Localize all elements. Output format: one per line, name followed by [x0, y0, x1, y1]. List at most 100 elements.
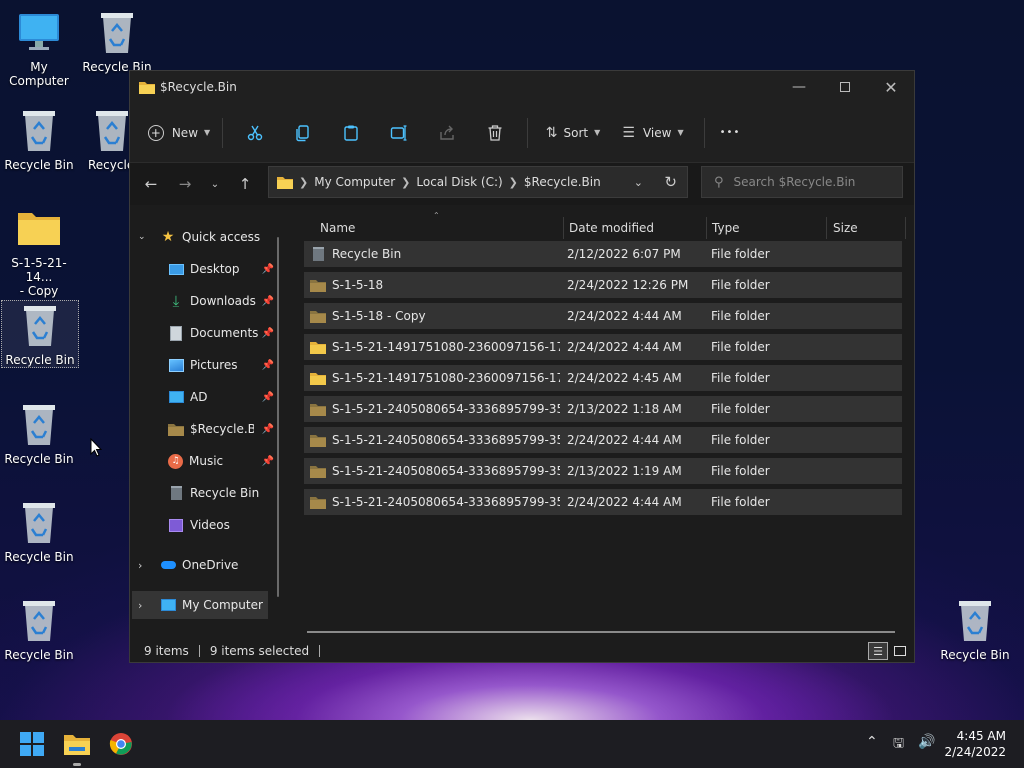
nav-label: $Recycle.Bin: [190, 422, 254, 436]
nav-item-recycle-bin[interactable]: Recycle Bin: [130, 479, 280, 507]
desktop-icon-recycle-bin[interactable]: Recycle Bin: [78, 8, 156, 74]
monitor-icon: [168, 389, 184, 405]
tiles-view-button[interactable]: [890, 642, 910, 660]
column-header-type[interactable]: Type: [712, 217, 740, 239]
breadcrumb-recycle-bin-folder[interactable]: $Recycle.Bin: [524, 175, 601, 189]
file-row[interactable]: S-1-5-21-1491751080-2360097156-170421...…: [304, 334, 902, 360]
nav-quick-access[interactable]: ⌄ ★ Quick access: [138, 223, 288, 251]
share-button[interactable]: [423, 115, 471, 151]
desktop-icon-label: Recycle Bin: [4, 158, 74, 172]
rename-button[interactable]: [375, 115, 423, 151]
search-box[interactable]: ⚲ Search $Recycle.Bin: [701, 166, 903, 198]
mouse-cursor-icon: [90, 438, 102, 457]
nav-my-computer[interactable]: › My Computer: [132, 591, 268, 619]
address-bar[interactable]: ❯ My Computer ❯ Local Disk (C:) ❯ $Recyc…: [268, 166, 688, 198]
show-hidden-icons-icon[interactable]: ⌃: [866, 734, 878, 750]
horizontal-scrollbar[interactable]: [307, 631, 895, 633]
file-row[interactable]: Recycle Bin 2/12/2022 6:07 PM File folder: [304, 241, 902, 267]
cut-button[interactable]: [231, 115, 279, 151]
desktop-icon-recycle-bin[interactable]: Recycle Bin: [0, 400, 78, 466]
back-button[interactable]: ←: [136, 169, 166, 199]
new-button[interactable]: + New ▼: [144, 115, 214, 151]
forward-button[interactable]: →: [170, 169, 200, 199]
new-label: New: [171, 125, 199, 140]
desktop-icon-recycle-bin[interactable]: Recycle Bin: [1, 300, 79, 368]
title-bar[interactable]: $Recycle.Bin — ✕: [130, 71, 914, 103]
file-type: File folder: [711, 309, 770, 323]
desktop-icon-recycle-bin[interactable]: Recycle Bin: [0, 596, 78, 662]
breadcrumb-local-disk[interactable]: Local Disk (C:): [416, 175, 502, 189]
nav-label: Desktop: [190, 262, 240, 276]
desktop-icon-my-computer[interactable]: My Computer: [0, 8, 78, 88]
nav-item-pictures[interactable]: Pictures 📌: [130, 351, 280, 379]
nav-item-videos[interactable]: Videos: [130, 511, 280, 539]
file-row[interactable]: S-1-5-21-2405080654-3336895799-352903...…: [304, 458, 902, 484]
file-row[interactable]: S-1-5-21-2405080654-3336895799-352903...…: [304, 489, 902, 515]
scissors-icon: [247, 125, 263, 140]
close-button[interactable]: ✕: [868, 71, 914, 103]
column-divider[interactable]: [826, 217, 827, 239]
file-date: 2/24/2022 4:44 AM: [567, 495, 682, 509]
volume-icon[interactable]: 🔊: [918, 734, 935, 750]
column-header-date[interactable]: Date modified: [569, 217, 654, 239]
taskbar-chrome[interactable]: [101, 724, 141, 764]
nav-onedrive[interactable]: › OneDrive: [138, 551, 288, 579]
address-dropdown-icon[interactable]: ⌄: [634, 176, 643, 189]
file-row[interactable]: S-1-5-21-2405080654-3336895799-352903...…: [304, 396, 902, 422]
sort-button[interactable]: ⇅ Sort ▼: [536, 115, 610, 151]
minimize-button[interactable]: —: [776, 71, 822, 103]
file-name-cell: Recycle Bin: [310, 247, 560, 261]
nav-item-music[interactable]: ♫ Music 📌: [130, 447, 280, 475]
nav-item-recycle-bin-folder[interactable]: $Recycle.Bin 📌: [130, 415, 280, 443]
desktop-icon-recycle-bin[interactable]: Recycle: [78, 106, 130, 172]
file-row[interactable]: S-1-5-21-2405080654-3336895799-352903...…: [304, 427, 902, 453]
up-button[interactable]: ↑: [230, 169, 260, 199]
nav-item-desktop[interactable]: Desktop 📌: [130, 255, 280, 283]
desktop-icon-recycle-bin[interactable]: Recycle Bin: [0, 498, 78, 564]
maximize-button[interactable]: [822, 71, 868, 103]
nav-item-ad[interactable]: AD 📌: [130, 383, 280, 411]
pin-icon: 📌: [261, 327, 274, 339]
system-clock[interactable]: 4:45 AM 2/24/2022: [944, 728, 1006, 760]
column-header-size[interactable]: Size: [833, 217, 858, 239]
view-button[interactable]: ☰ View ▼: [610, 115, 696, 151]
nav-item-documents[interactable]: Documents 📌: [130, 319, 280, 347]
folder-icon: [168, 421, 184, 437]
copy-button[interactable]: [279, 115, 327, 151]
status-separator: [198, 645, 200, 657]
start-button[interactable]: [12, 724, 52, 764]
nav-item-downloads[interactable]: ⤓ Downloads 📌: [130, 287, 280, 315]
file-row[interactable]: S-1-5-18 2/24/2022 12:26 PM File folder: [304, 272, 902, 298]
file-name: Recycle Bin: [332, 247, 402, 261]
running-indicator: [73, 763, 81, 766]
recycle-bin-icon: [15, 498, 63, 546]
column-divider[interactable]: [905, 217, 906, 239]
recent-locations-button[interactable]: ⌄: [200, 169, 230, 199]
item-count: 9 items: [144, 644, 189, 658]
recycle-bin-icon: [168, 485, 184, 501]
pin-icon: 📌: [261, 455, 274, 467]
more-options-button[interactable]: •••: [713, 115, 747, 151]
desktop-icon-recycle-bin[interactable]: Recycle Bin: [936, 596, 1014, 662]
file-name: S-1-5-21-2405080654-3336895799-352903...: [332, 464, 560, 478]
nav-scrollbar[interactable]: [277, 237, 279, 597]
file-row[interactable]: S-1-5-21-1491751080-2360097156-170421...…: [304, 365, 902, 391]
toolbar-separator: [527, 117, 528, 148]
paste-button[interactable]: [327, 115, 375, 151]
taskbar-file-explorer[interactable]: [57, 724, 97, 766]
details-view-button[interactable]: ☰: [868, 642, 888, 660]
breadcrumb-my-computer[interactable]: My Computer: [314, 175, 395, 189]
refresh-icon[interactable]: ↻: [664, 173, 677, 191]
minimize-icon: —: [792, 79, 806, 95]
delete-button[interactable]: [471, 115, 519, 151]
desktop-icon-recycle-bin[interactable]: Recycle Bin: [0, 106, 78, 172]
file-row[interactable]: S-1-5-18 - Copy 2/24/2022 4:44 AM File fol…: [304, 303, 902, 329]
network-icon[interactable]: 🖫: [893, 734, 904, 756]
desktop-icon-folder-copy[interactable]: S-1-5-21-14... - Copy: [0, 204, 78, 298]
trash-icon: [488, 124, 502, 141]
column-divider[interactable]: [706, 217, 707, 239]
column-header-name[interactable]: Name: [320, 217, 355, 239]
recycle-bin-icon: [16, 301, 64, 349]
column-divider[interactable]: [563, 217, 564, 239]
file-name: S-1-5-21-1491751080-2360097156-170421...: [332, 371, 560, 385]
